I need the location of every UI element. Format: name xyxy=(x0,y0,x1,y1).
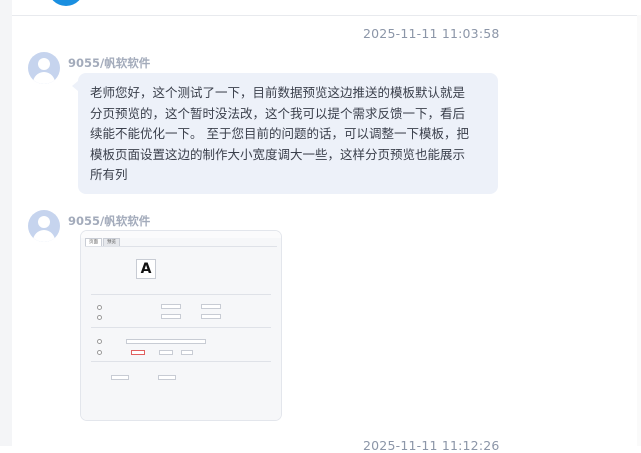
radio-icon xyxy=(97,315,102,320)
height-input xyxy=(159,350,173,355)
divider xyxy=(91,361,271,362)
margin-input xyxy=(161,304,181,309)
bubble-tail xyxy=(72,81,78,91)
header-avatar[interactable] xyxy=(48,0,84,6)
message-line: 模板页面设置这边的制作大小宽度调大一些，这样分页预览也能展示 xyxy=(90,146,466,162)
radio-icon xyxy=(97,350,102,355)
dialog-tabs: 页面 预览 xyxy=(85,238,121,247)
page-setup-dialog-thumbnail: 页面 预览 A xyxy=(81,231,281,420)
message-line: 所有列 xyxy=(90,167,128,182)
left-sidebar-edge xyxy=(0,0,12,446)
scrollbar[interactable] xyxy=(637,15,641,446)
message-line: 分页预览的，这个暂时没法改，这个我可以提个需求反馈一下，看后 xyxy=(90,105,466,121)
margin-input xyxy=(201,304,221,309)
divider xyxy=(85,246,277,247)
message-line: 老师您好，这个测试了一下，目前数据预览这边推送的模板默认就是 xyxy=(90,85,466,100)
font-preview-box: A xyxy=(136,259,156,279)
avatar-body-shape xyxy=(33,230,55,242)
image-attachment[interactable]: 页面 预览 A xyxy=(81,231,281,420)
avatar-body-shape xyxy=(33,72,55,84)
width-input-highlighted xyxy=(131,350,145,355)
margin-input xyxy=(161,314,181,319)
avatar-head-shape xyxy=(38,58,50,70)
unit-select xyxy=(181,350,193,355)
avatar[interactable] xyxy=(28,210,60,242)
divider xyxy=(91,327,271,328)
sender-name: 9055/帆软软件 xyxy=(68,56,151,70)
chat-header xyxy=(12,0,641,16)
sender-name: 9055/帆软软件 xyxy=(68,214,151,228)
radio-icon xyxy=(97,339,102,344)
message-bubble[interactable]: 老师您好，这个测试了一下，目前数据预览这边推送的模板默认就是 分页预览的，这个暂… xyxy=(72,73,498,194)
message-line: 续能不能优化一下。 至于您目前的问题的话，可以调整一下模板，把 xyxy=(90,126,469,141)
footer-input xyxy=(158,375,176,380)
divider xyxy=(91,294,271,295)
size-select xyxy=(126,339,206,344)
dialog-titlebar xyxy=(81,231,281,238)
avatar[interactable] xyxy=(28,52,60,84)
avatar-head-shape xyxy=(38,216,50,228)
margin-input xyxy=(201,314,221,319)
header-input xyxy=(111,375,129,380)
radio-icon xyxy=(97,305,102,310)
message-timestamp: 2025-11-11 11:03:58 xyxy=(363,26,500,41)
